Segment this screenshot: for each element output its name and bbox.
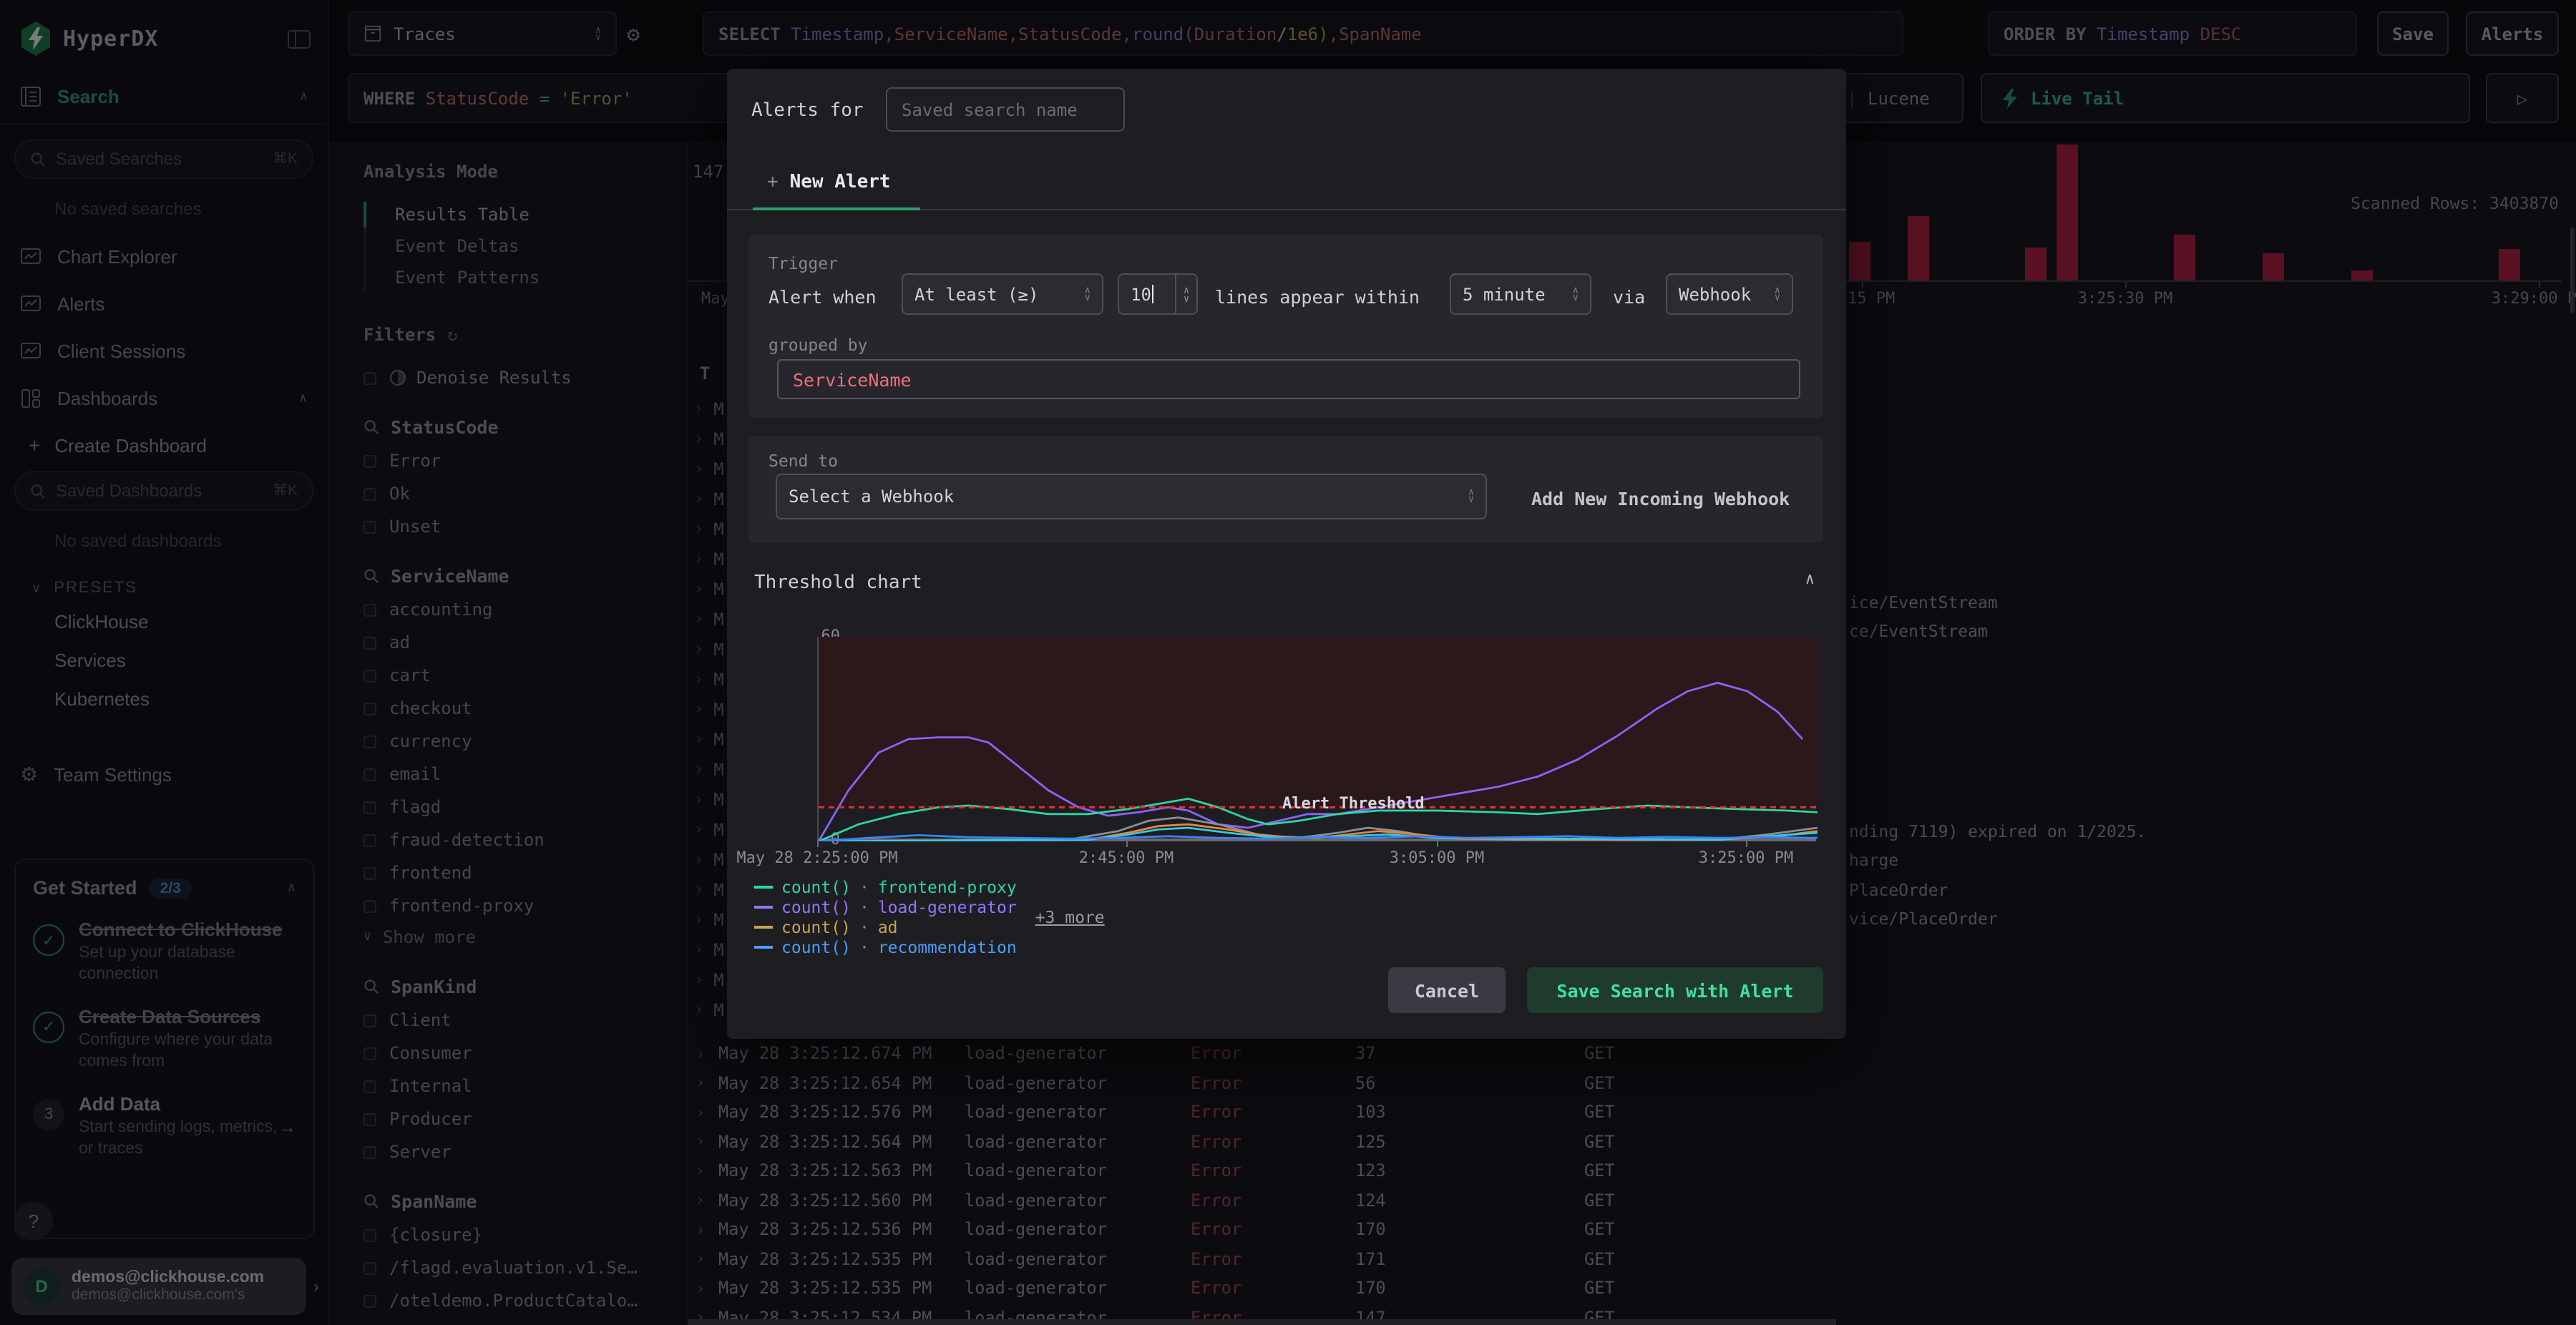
channel-value: Webhook (1679, 284, 1752, 304)
axis-tick (817, 841, 819, 847)
webhook-select-value: Select a Webhook (789, 487, 955, 507)
condition-value: At least (≥) (914, 284, 1039, 304)
create-alert-modal: Alerts for Saved search name + New Alert … (727, 69, 1846, 1039)
legend-swatch (754, 886, 773, 889)
legend-separator: · (859, 897, 869, 917)
axis-tick-label: May 28 2:25:00 PM (736, 849, 898, 867)
legend-separator: · (859, 917, 869, 937)
threshold-chart-title: Threshold chart (754, 572, 922, 594)
alert-threshold-label: Alert Threshold (1282, 794, 1425, 813)
axis-tick-label: 2:45:00 PM (1078, 849, 1174, 867)
legend-metric: count() (781, 897, 851, 917)
legend-separator: · (859, 877, 869, 897)
plus-icon: + (767, 172, 779, 193)
legend-series-name: frontend-proxy (877, 877, 1017, 897)
via-label: via (1613, 286, 1646, 308)
axis-tick-label: 3:25:00 PM (1698, 849, 1794, 867)
active-tab-indicator (753, 207, 920, 210)
hyperdx-app: HyperDX Search ∧ Saved Searches ⌘K No sa… (0, 0, 2576, 1325)
alert-when-label: Alert when (769, 286, 877, 308)
add-webhook-button[interactable]: Add New Incoming Webhook (1531, 488, 1790, 509)
send-to-label: Send to (769, 451, 838, 471)
channel-select[interactable]: Webhook ∧ ∨ (1666, 273, 1793, 315)
alerts-for-label: Alerts for (751, 100, 864, 122)
legend-swatch (754, 906, 773, 909)
trigger-section: Trigger Alert when At least (≥) ∧ ∨ 10 ∧ ∨… (748, 235, 1823, 418)
send-to-section: Send to Select a Webhook ∧ ∨ Add New Inco… (748, 436, 1823, 542)
select-chevrons-icon: ∧∨ (1774, 284, 1780, 303)
select-chevrons-icon: ∧∨ (1572, 284, 1579, 303)
x-axis-labels: May 28 2:25:00 PM 2:45:00 PM 3:05:00 PM 3:2… (736, 841, 1816, 871)
cancel-button[interactable]: Cancel (1388, 967, 1506, 1013)
legend-series-name: ad (877, 917, 898, 937)
legend-item[interactable]: count() · load-generator (754, 897, 1017, 917)
legend-separator: · (859, 937, 869, 957)
number-spinner-icon[interactable]: ∧ ∨ (1175, 275, 1196, 313)
select-chevrons-icon: ∧∨ (1468, 487, 1474, 505)
axis-tick (1746, 841, 1747, 847)
axis-tick (1126, 841, 1128, 847)
legend-item[interactable]: count() · recommendation (754, 937, 1017, 957)
threshold-value-input[interactable]: 10 ∧ ∨ (1118, 273, 1198, 315)
legend-item[interactable]: count() · ad (754, 917, 1017, 937)
axis-tick (1437, 841, 1438, 847)
tab-label: New Alert (789, 172, 891, 193)
legend-metric: count() (781, 937, 851, 957)
legend-more-button[interactable]: +3 more (1035, 907, 1105, 927)
time-window-value: 5 minute (1463, 284, 1546, 304)
tab-new-alert[interactable]: + New Alert (767, 172, 891, 193)
text-cursor (1152, 285, 1154, 303)
select-chevrons-icon: ∧∨ (1084, 284, 1091, 303)
grouped-by-value: ServiceName (793, 368, 912, 390)
saved-search-name-placeholder: Saved search name (902, 99, 1078, 119)
condition-select[interactable]: At least (≥) ∧ ∨ (902, 273, 1103, 315)
collapse-chevron-icon[interactable]: ∧ (1805, 569, 1815, 588)
threshold-value: 10 (1131, 284, 1151, 304)
saved-search-name-input[interactable]: Saved search name (886, 87, 1125, 132)
webhook-select[interactable]: Select a Webhook ∧ ∨ (776, 474, 1487, 519)
legend-item[interactable]: count() · frontend-proxy (754, 877, 1017, 897)
legend-series-name: recommendation (877, 937, 1017, 957)
legend-series-name: load-generator (877, 897, 1017, 917)
time-window-select[interactable]: 5 minute ∧ ∨ (1450, 273, 1591, 315)
trigger-label: Trigger (769, 253, 838, 273)
axis-tick-label: 3:05:00 PM (1389, 849, 1485, 867)
legend-swatch (754, 926, 773, 929)
chart-legend: count() · frontend-proxy count() · load-… (754, 877, 1105, 957)
grouped-by-label: grouped by (769, 335, 868, 355)
save-search-with-alert-button[interactable]: Save Search with Alert (1527, 967, 1823, 1013)
legend-metric: count() (781, 917, 851, 937)
lines-within-label: lines appear within (1215, 286, 1420, 308)
legend-swatch (754, 946, 773, 949)
legend-metric: count() (781, 877, 851, 897)
grouped-by-input[interactable]: ServiceName (777, 359, 1800, 399)
